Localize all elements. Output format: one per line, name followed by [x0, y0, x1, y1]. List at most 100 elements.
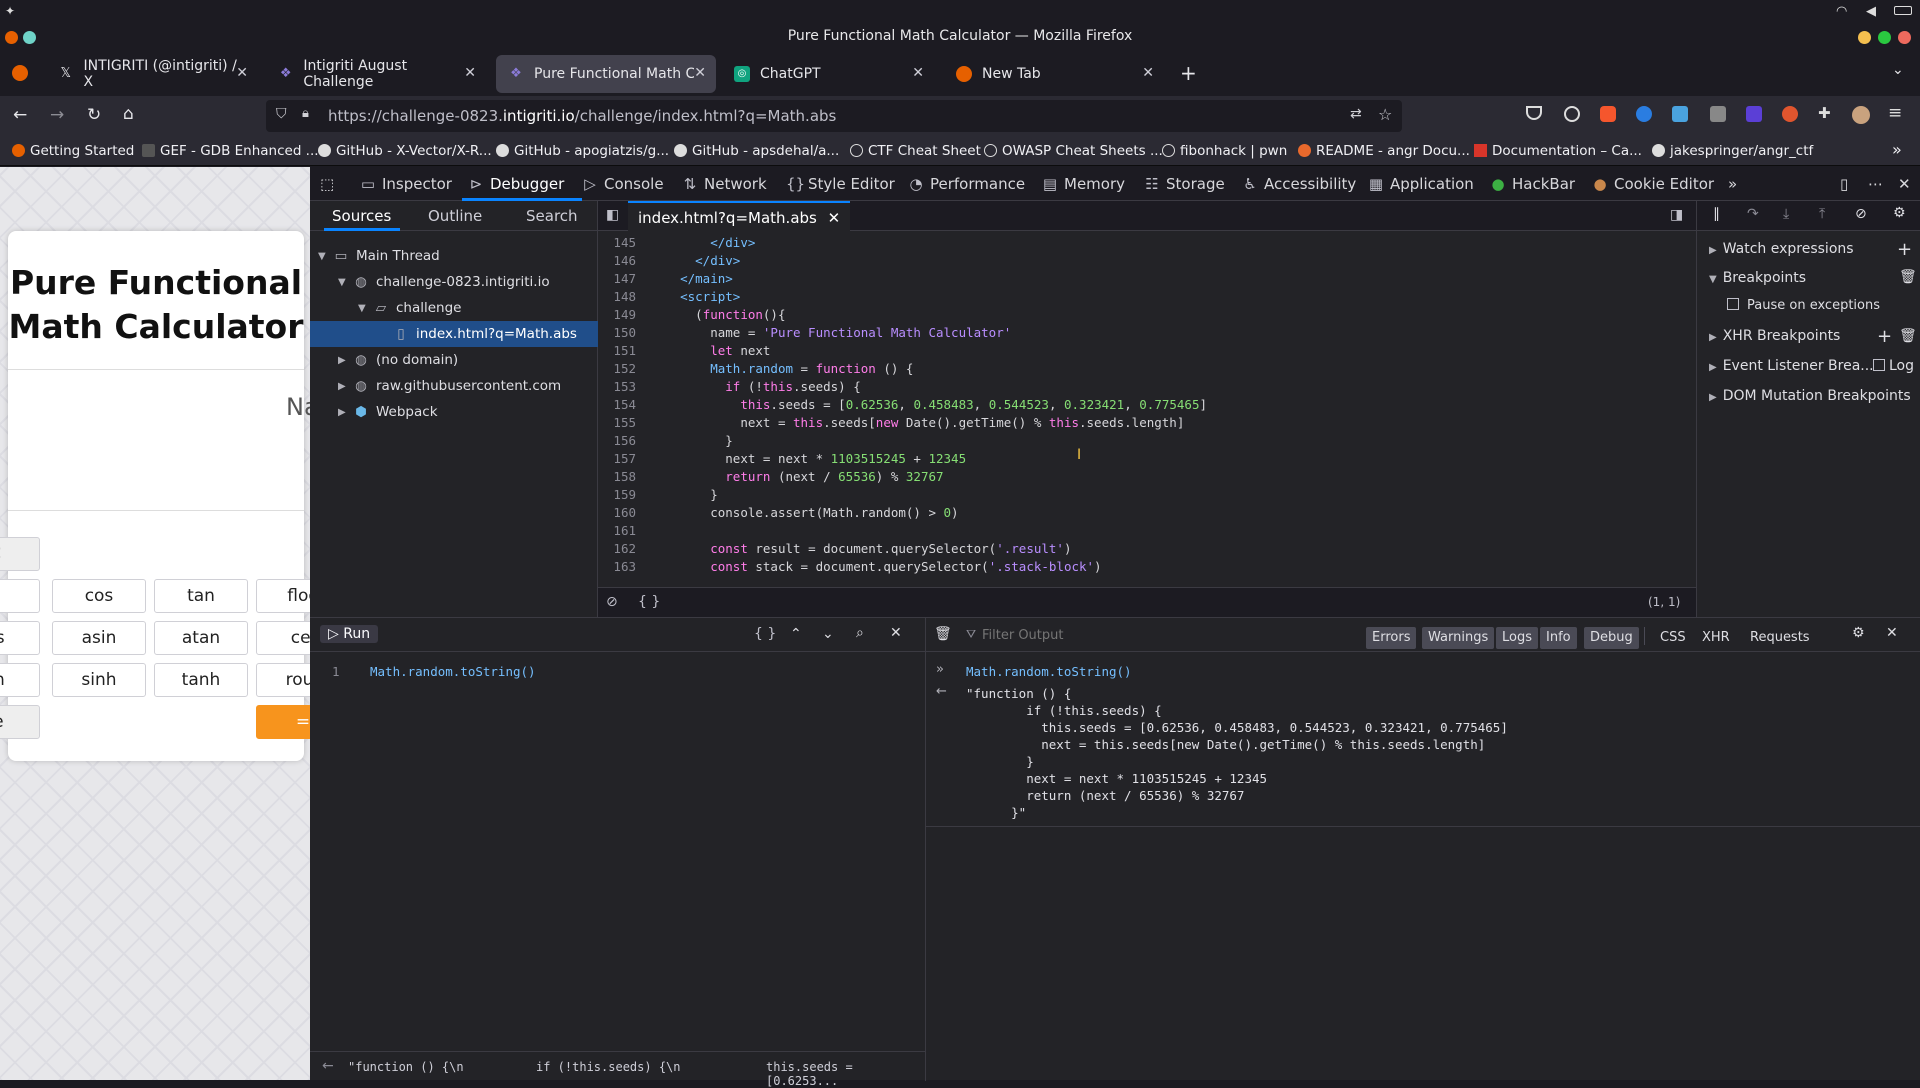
blackbox-icon[interactable]: ⊘ — [606, 594, 618, 610]
console-input[interactable]: Math.random.toString() — [370, 664, 536, 679]
lock-icon[interactable]: 🔒︎ — [302, 106, 309, 121]
bookmark-item[interactable]: GitHub - X-Vector/X-R... — [318, 143, 492, 159]
tool-storage[interactable]: ☷ Storage — [1144, 175, 1224, 193]
devtools-menu-icon[interactable]: ⋯ — [1868, 175, 1883, 193]
more-tools-icon[interactable]: » — [1728, 175, 1737, 193]
extension-7-icon[interactable] — [1782, 106, 1798, 122]
calc-button[interactable]: C — [0, 537, 40, 571]
tab-math-calculator[interactable]: ❖ Pure Functional Math Calc ✕ — [496, 55, 716, 93]
tab-sources[interactable]: Sources — [332, 207, 391, 225]
calc-button-asin[interactable]: asin — [52, 621, 146, 655]
add-watch-icon[interactable]: + — [1897, 239, 1912, 260]
minimize-button[interactable] — [1858, 31, 1871, 44]
url-text[interactable]: https://challenge-0823.intigriti.io/chal… — [328, 107, 836, 125]
filter-css[interactable]: CSS — [1654, 627, 1692, 649]
console-settings-icon[interactable]: ⚙ — [1852, 625, 1865, 641]
bookmark-item[interactable]: CTF Cheat Sheet — [850, 143, 981, 159]
close-icon[interactable]: ✕ — [694, 65, 706, 81]
url-bar[interactable]: ⛉ 🔒︎ https://challenge-0823.intigriti.io… — [266, 100, 1402, 132]
calc-button[interactable]: re — [0, 705, 40, 739]
filter-warnings[interactable]: Warnings — [1422, 627, 1495, 649]
calc-button-floor[interactable]: floo — [256, 579, 310, 613]
run-button[interactable]: ▷ Run — [320, 625, 379, 643]
bookmark-item[interactable]: GitHub - apsdehal/a... — [674, 143, 839, 159]
list-all-tabs-icon[interactable]: ⌄ — [1892, 62, 1904, 78]
calc-button[interactable]: n — [0, 579, 40, 613]
tree-folder-challenge[interactable]: ▼ ▱ challenge — [358, 295, 462, 321]
calc-button-cos[interactable]: cos — [52, 579, 146, 613]
back-arrow-icon[interactable]: ← — [322, 1058, 334, 1074]
close-devtools-icon[interactable]: ✕ — [1898, 175, 1911, 193]
close-icon[interactable]: ✕ — [1142, 65, 1154, 81]
calc-button-ceil[interactable]: cei — [256, 621, 310, 655]
filter-logs[interactable]: Logs — [1496, 627, 1538, 649]
tool-debugger[interactable]: ⊳ Debugger — [468, 175, 565, 193]
extension-1-icon[interactable] — [1564, 106, 1580, 122]
pretty-print-icon[interactable]: { } — [638, 594, 660, 610]
tab-search[interactable]: Search — [526, 207, 578, 225]
tool-cookie-editor[interactable]: ● Cookie Editor — [1592, 175, 1714, 193]
bookmark-item[interactable]: README - angr Docu... — [1298, 143, 1470, 159]
tool-memory[interactable]: ▤ Memory — [1042, 175, 1125, 193]
filter-requests[interactable]: Requests — [1744, 627, 1816, 649]
trash-icon[interactable]: 🗑︎ — [934, 626, 952, 642]
tab-x[interactable]: 𝕏 INTIGRITI (@intigriti) / X ✕ — [46, 55, 258, 93]
extensions-puzzle-icon[interactable]: ✚ — [1818, 104, 1831, 122]
settings-icon[interactable]: ⚙ — [1893, 205, 1906, 221]
calc-button[interactable]: os — [0, 621, 40, 655]
tool-hackbar[interactable]: ● HackBar — [1490, 175, 1575, 193]
tab-intigriti-august[interactable]: ❖ Intigriti August Challenge ✕ — [266, 55, 486, 93]
back-button[interactable]: ← — [13, 105, 27, 125]
filter-xhr[interactable]: XHR — [1696, 627, 1736, 649]
translate-icon[interactable]: ⇄ — [1350, 106, 1362, 122]
event-listener-header[interactable]: ▶ Event Listener Brea... — [1709, 358, 1874, 374]
close-icon[interactable]: ✕ — [236, 65, 248, 81]
calc-button[interactable]: sh — [0, 663, 40, 697]
step-in-icon[interactable]: ⤓ — [1783, 206, 1789, 222]
equals-button[interactable]: = — [256, 705, 310, 739]
tool-network[interactable]: ⇅ Network — [682, 175, 767, 193]
toggle-sources-icon[interactable]: ◧ — [606, 207, 619, 223]
xhr-breakpoints-header[interactable]: ▶ XHR Breakpoints — [1709, 328, 1840, 344]
tree-webpack[interactable]: ▶ ⬢ Webpack — [338, 399, 438, 425]
bookmark-item[interactable]: OWASP Cheat Sheets ... — [984, 143, 1163, 159]
log-checkbox[interactable]: Log — [1873, 358, 1914, 374]
forward-button[interactable]: → — [50, 105, 64, 125]
tree-no-domain[interactable]: ▶ ◍ (no domain) — [338, 347, 458, 373]
deactivate-breakpoints-icon[interactable]: ⊘ — [1855, 206, 1867, 222]
hamburger-menu-icon[interactable]: ≡ — [1888, 103, 1902, 123]
filter-errors[interactable]: Errors — [1366, 627, 1417, 649]
dom-mutation-header[interactable]: ▶ DOM Mutation Breakpoints — [1709, 388, 1911, 404]
bookmark-star-icon[interactable]: ☆ — [1378, 105, 1392, 124]
tool-accessibility[interactable]: ♿︎ Accessibility — [1242, 175, 1356, 193]
filter-output-input[interactable] — [982, 624, 1282, 646]
home-button[interactable]: ⌂ — [123, 104, 134, 124]
tab-new[interactable]: New Tab ✕ — [944, 55, 1164, 93]
dock-side-icon[interactable]: ▯ — [1840, 175, 1848, 193]
pause-icon[interactable]: ∥ — [1713, 206, 1720, 222]
tree-file-selected[interactable]: ▯ index.html?q=Math.abs — [310, 321, 598, 347]
extension-5-icon[interactable] — [1710, 106, 1726, 122]
tool-application[interactable]: ▦ Application — [1368, 175, 1474, 193]
history-item[interactable]: "function () {\n — [348, 1060, 464, 1074]
pretty-print-icon[interactable]: { } — [754, 626, 776, 642]
toggle-debugger-pane-icon[interactable]: ◨ — [1670, 207, 1683, 223]
bookmark-item[interactable]: GEF - GDB Enhanced ... — [142, 143, 319, 159]
tool-performance[interactable]: ◔ Performance — [908, 175, 1025, 193]
tab-chatgpt[interactable]: ◎ ChatGPT ✕ — [722, 55, 934, 93]
close-icon[interactable]: ✕ — [912, 65, 924, 81]
reload-button[interactable]: ↻ — [87, 105, 101, 125]
filter-info[interactable]: Info — [1540, 627, 1577, 649]
tree-domain[interactable]: ▼ ◍ challenge-0823.intigriti.io — [338, 269, 550, 295]
calc-button-atan[interactable]: atan — [154, 621, 248, 655]
tree-github-raw[interactable]: ▶ ◍ raw.githubusercontent.com — [338, 373, 561, 399]
bookmark-item[interactable]: jakespringer/angr_ctf — [1652, 143, 1813, 159]
tree-main-thread[interactable]: ▼ ▭ Main Thread — [318, 243, 440, 269]
bookmark-item[interactable]: fibonhack | pwn — [1162, 143, 1287, 159]
close-icon[interactable]: ✕ — [828, 209, 841, 227]
history-item[interactable]: if (!this.seeds) {\n — [536, 1060, 681, 1074]
tab-outline[interactable]: Outline — [428, 207, 482, 225]
bookmarks-overflow-icon[interactable]: » — [1892, 140, 1902, 159]
firefox-view-icon[interactable] — [12, 65, 28, 81]
app-menu-icon[interactable]: ✦ — [5, 4, 17, 18]
